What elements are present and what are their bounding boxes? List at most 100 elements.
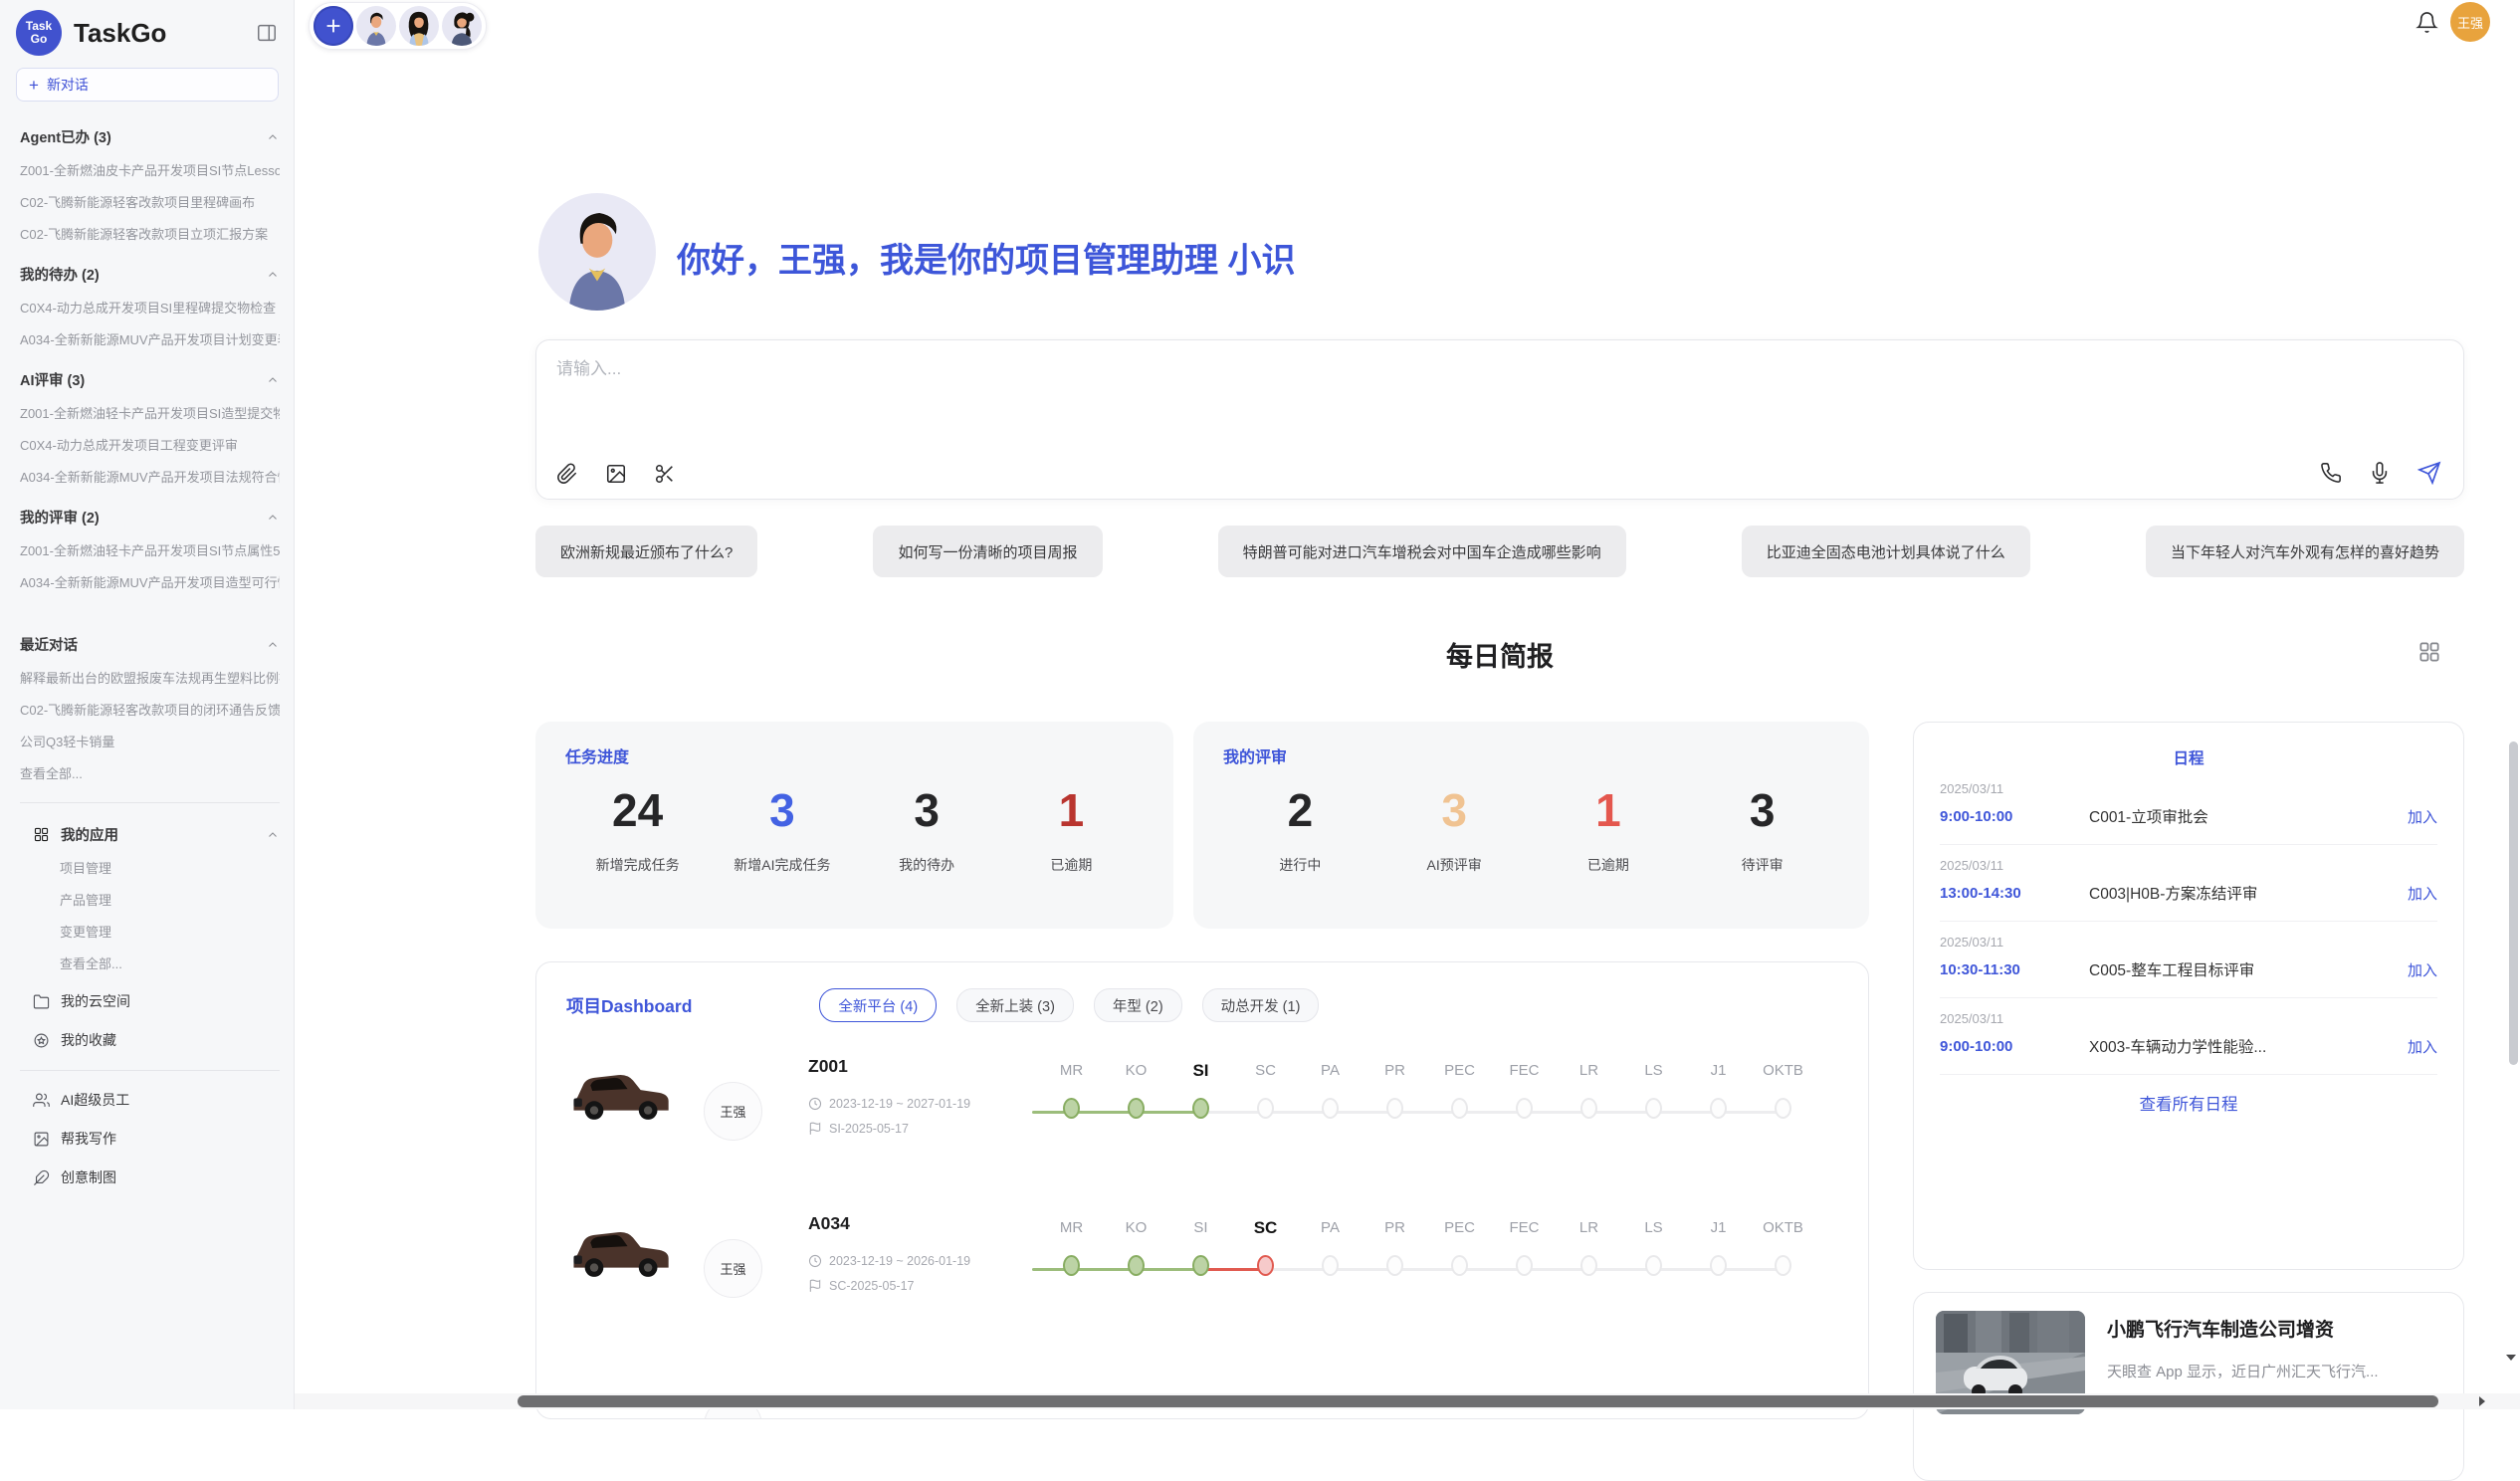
event-time: 10:30-11:30 [1940,961,2089,978]
sidebar-item-cloud-space[interactable]: 我的云空间 [20,991,280,1011]
chevron-up-icon[interactable] [266,511,280,525]
new-chat-button[interactable]: + 新对话 [16,68,279,102]
assistant-avatar-2[interactable] [399,6,439,46]
project-info: Z0012023-12-19 ~ 2027-01-19SI-2025-05-17 [808,1052,1019,1136]
stat-value: 3 [710,777,854,843]
add-assistant-button[interactable] [314,6,353,46]
chat-input[interactable] [554,352,2445,436]
assistant-avatar-3[interactable] [442,6,482,46]
assistant-avatar-1[interactable] [356,6,396,46]
stat-card-my-review: 我的评审2进行中3AI预评审1已逾期3待评审 [1193,722,1869,929]
microphone-icon[interactable] [2369,462,2391,484]
dashboard-filter-pill[interactable]: 动总开发 (1) [1202,988,1320,1022]
dashboard-filter-pill[interactable]: 年型 (2) [1094,988,1182,1022]
send-paper-plane-icon[interactable] [2417,461,2441,485]
sidebar-tool-item[interactable]: AI超级员工 [20,1090,280,1110]
chevron-up-icon[interactable] [266,373,280,387]
milestone-label: SI [1168,1215,1233,1241]
sidebar-item-label: 创意制图 [61,1167,116,1187]
sidebar-item-favorites[interactable]: 我的收藏 [20,1030,280,1050]
notifications-bell-icon[interactable] [2415,11,2438,34]
project-rows: 王强Z0012023-12-19 ~ 2027-01-19SI-2025-05-… [566,1052,1838,1419]
stat-column: 3新增AI完成任务 [710,777,854,875]
sidebar-item[interactable]: 查看全部... [20,953,280,972]
sidebar-section-title-wrap: 我的待办 (2) [20,264,100,285]
sidebar-section-title-wrap: 我的应用 [33,824,118,845]
user-avatar[interactable]: 王强 [2450,2,2490,42]
sidebar-tool-item[interactable]: 创意制图 [20,1167,280,1187]
view-all-schedule-link[interactable]: 查看所有日程 [1940,1091,2437,1115]
milestone-dot [1645,1098,1662,1119]
stat-label: 待评审 [1685,855,1839,875]
milestone-label: PEC [1427,1058,1492,1084]
app-logo-line2: Go [31,33,48,46]
vertical-scrollbar-thumb[interactable] [2509,741,2518,1065]
dashboard-filter-pill[interactable]: 全新平台 (4) [819,988,937,1022]
layout-grid-icon[interactable] [2416,639,2442,665]
horizontal-scrollbar-thumb[interactable] [518,1395,2438,1407]
suggestion-chip[interactable]: 欧洲新规最近颁布了什么? [535,526,757,577]
sidebar-item[interactable]: C02-飞腾新能源轻客改款项目里程碑画布 [20,192,280,211]
milestone-dot [1322,1098,1339,1119]
milestone-timeline: MRKOSISCPAPRPECFECLRLSJ1OKTB [1039,1052,1838,1119]
event-name: C003|H0B-方案冻结评审 [2089,882,2408,904]
chevron-up-icon[interactable] [266,130,280,144]
sidebar-section-title-wrap: 最近对话 [20,634,78,655]
scroll-down-arrow-icon[interactable] [2505,1352,2517,1364]
daily-briefing-header: 每日简报 [535,635,2464,671]
sidebar-item[interactable]: A034-全新新能源MUV产品开发项目造型可行性评审 [20,572,280,591]
event-join-button[interactable]: 加入 [2408,959,2437,980]
stat-label: 已逾期 [999,855,1144,875]
event-join-button[interactable]: 加入 [2408,883,2437,904]
suggestion-chip[interactable]: 特朗普可能对进口汽车增税会对中国车企造成哪些影响 [1218,526,1626,577]
sidebar-item[interactable]: 项目管理 [20,858,280,877]
sidebar-item[interactable]: Z001-全新燃油轻卡产品开发项目SI造型提交物评审 [20,403,280,422]
sidebar-item[interactable]: Z001-全新燃油轻卡产品开发项目SI节点属性5D文件评审 [20,540,280,559]
sidebar-divider [20,1070,280,1071]
event-time: 9:00-10:00 [1940,1038,2089,1055]
collapse-sidebar-icon[interactable] [254,20,280,46]
cloud-folder-icon [33,993,50,1010]
sidebar-item[interactable]: Z001-全新燃油皮卡产品开发项目SI节点Lesson Learn报告 [20,160,280,179]
suggestion-chip[interactable]: 比亚迪全固态电池计划具体说了什么 [1742,526,2030,577]
stat-value: 1 [1532,777,1686,843]
sidebar-item[interactable]: C02-飞腾新能源轻客改款项目的闭环通告反馈情况 [20,700,280,719]
sidebar-item[interactable]: A034-全新新能源MUV产品开发项目计划变更表编写 [20,329,280,348]
event-join-button[interactable]: 加入 [2408,1036,2437,1057]
voice-call-phone-icon[interactable] [2320,462,2342,484]
sidebar-item[interactable]: C02-飞腾新能源轻客改款项目立项汇报方案 [20,224,280,243]
news-card[interactable]: 小鹏飞行汽车制造公司增资 天眼查 App 显示，近日广州汇天飞行汽... [1913,1292,2464,1481]
sidebar-item[interactable]: 产品管理 [20,890,280,909]
milestone-label: PR [1363,1058,1427,1084]
chevron-up-icon[interactable] [266,828,280,842]
event-join-button[interactable]: 加入 [2408,806,2437,827]
milestone: SC [1233,1215,1298,1276]
sidebar-item[interactable]: 变更管理 [20,922,280,941]
sidebar-section-title: 我的应用 [61,824,118,845]
dashboard-filter-pill[interactable]: 全新上装 (3) [956,988,1074,1022]
sidebar-item[interactable]: 公司Q3轻卡销量 [20,732,280,750]
horizontal-scrollbar-track[interactable] [295,1393,2520,1409]
insert-image-icon[interactable] [605,463,627,485]
scroll-right-arrow-icon[interactable] [2476,1395,2488,1407]
sidebar-item[interactable]: C0X4-动力总成开发项目SI里程碑提交物检查 [20,298,280,317]
attachment-paperclip-icon[interactable] [556,463,578,485]
assistant-switcher [309,2,487,50]
chevron-up-icon[interactable] [266,638,280,652]
milestone-dot [1386,1255,1403,1276]
stat-column: 2进行中 [1223,777,1377,875]
sidebar-item[interactable]: 查看全部... [20,763,280,782]
news-title: 小鹏飞行汽车制造公司增资 [2107,1315,2379,1342]
sidebar-item[interactable]: A034-全新新能源MUV产品开发项目法规符合性评审 [20,467,280,486]
sidebar-item[interactable]: 解释最新出台的欧盟报废车法规再生塑料比例被调至15%... [20,668,280,687]
sidebar-tool-item[interactable]: 帮我写作 [20,1129,280,1149]
screenshot-scissors-icon[interactable] [654,463,676,485]
event-time: 9:00-10:00 [1940,808,2089,825]
creative-pen-icon [33,1169,50,1186]
sidebar-item[interactable]: C0X4-动力总成开发项目工程变更评审 [20,435,280,454]
milestone-label: OKTB [1751,1058,1815,1084]
vehicle-image [566,1209,678,1287]
suggestion-chip[interactable]: 如何写一份清晰的项目周报 [873,526,1102,577]
suggestion-chip[interactable]: 当下年轻人对汽车外观有怎样的喜好趋势 [2146,526,2464,577]
chevron-up-icon[interactable] [266,268,280,282]
